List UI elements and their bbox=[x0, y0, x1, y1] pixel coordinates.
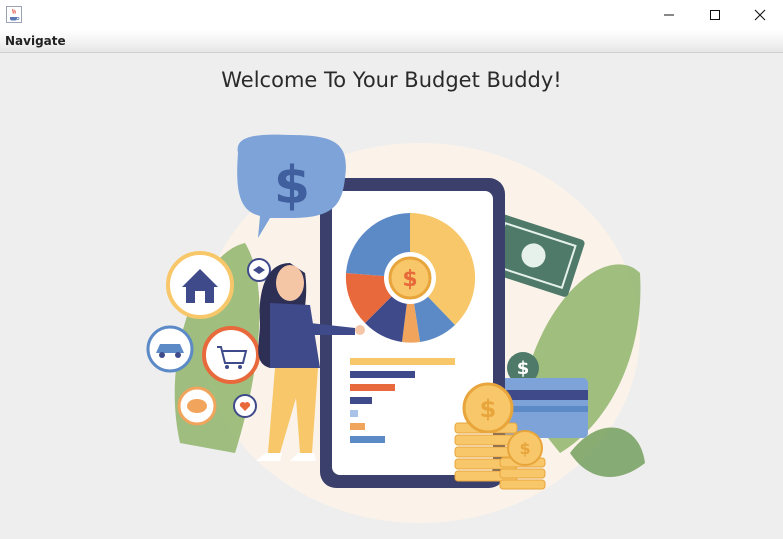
menu-navigate[interactable]: Navigate bbox=[5, 34, 66, 48]
page-title: Welcome To Your Budget Buddy! bbox=[221, 68, 562, 92]
budget-illustration: $ $ $ $ $ bbox=[146, 134, 645, 523]
small-coin: $ bbox=[507, 430, 543, 466]
car-circle-icon bbox=[146, 325, 194, 373]
coin-dollar-symbol: $ bbox=[480, 395, 497, 423]
badge-dollar-symbol: $ bbox=[517, 358, 530, 379]
graduation-circle-icon bbox=[247, 258, 271, 282]
minimize-icon bbox=[664, 14, 674, 16]
maximize-button[interactable] bbox=[692, 0, 738, 30]
heart-circle-icon bbox=[233, 394, 257, 418]
minimize-button[interactable] bbox=[646, 0, 692, 30]
cart-circle-icon bbox=[202, 326, 260, 384]
close-button[interactable] bbox=[737, 0, 783, 30]
house-circle-icon bbox=[166, 251, 234, 319]
title-bar bbox=[0, 0, 783, 30]
menu-bar: Navigate bbox=[0, 30, 783, 53]
speech-bubble-dollar-symbol: $ bbox=[274, 156, 310, 216]
small-coin-dollar-symbol: $ bbox=[519, 439, 530, 458]
pie-dollar-symbol: $ bbox=[402, 267, 417, 292]
maximize-icon bbox=[710, 10, 720, 20]
main-panel: Welcome To Your Budget Buddy! $ $ $ $ $ bbox=[0, 53, 783, 539]
pie-chart: $ bbox=[345, 212, 476, 343]
piggy-circle-icon bbox=[177, 386, 217, 426]
java-coffee-icon bbox=[6, 6, 22, 23]
big-coin: $ bbox=[462, 382, 514, 434]
close-icon bbox=[754, 9, 766, 21]
